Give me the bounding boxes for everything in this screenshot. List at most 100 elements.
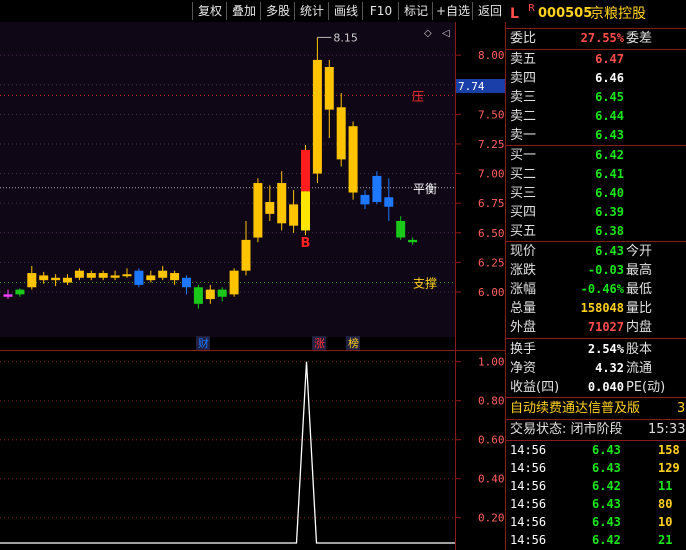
quote-panel: L R 000505 京粮控股 委比 27.55% 委差 卖五 6.47 卖四 6.4… bbox=[506, 0, 686, 550]
quote-row-value: 6.43 bbox=[595, 244, 624, 258]
ask-row-value: 6.45 bbox=[595, 90, 624, 104]
quote-row-label: 总量 bbox=[510, 301, 537, 316]
price-tick-label: 6.00 bbox=[478, 286, 505, 299]
bid-row-value: 6.41 bbox=[595, 167, 624, 181]
fuquan-button[interactable]: 复权 bbox=[192, 2, 227, 20]
last-price-label: 7.74 bbox=[458, 80, 485, 93]
ask-row-label: 卖四 bbox=[510, 71, 537, 86]
candle-body bbox=[372, 175, 382, 202]
ask-row-label: 卖二 bbox=[510, 109, 537, 124]
candle-body bbox=[74, 270, 84, 278]
tick-volume: 21 bbox=[658, 533, 673, 547]
f10-button[interactable]: F10 bbox=[362, 2, 399, 20]
fund-row-label: 换手 bbox=[510, 342, 537, 357]
candle-body bbox=[86, 273, 96, 278]
fund-row-value: 4.32 bbox=[595, 361, 624, 375]
support-label: 支撑 bbox=[413, 276, 437, 291]
price-tick-label: 7.00 bbox=[478, 168, 505, 181]
quote-row-value: 71027 bbox=[587, 320, 624, 334]
tick-row: 14:56 6.43 129 bbox=[506, 459, 686, 477]
ask-row: 卖二 6.44 bbox=[506, 107, 686, 126]
fund-row-label: 收益(四) bbox=[510, 380, 560, 395]
quote-row-label2: 最低 bbox=[626, 282, 653, 297]
candle-body bbox=[348, 126, 358, 193]
candle-body bbox=[3, 294, 13, 297]
tick-volume: 11 bbox=[658, 479, 673, 493]
multi-stock-button[interactable]: 多股 bbox=[260, 2, 295, 20]
quote-row-label: 涨幅 bbox=[510, 282, 537, 297]
quote-row-value: -0.03 bbox=[587, 263, 624, 277]
order-diff-label: 委差 bbox=[626, 31, 653, 46]
l-marker: L bbox=[510, 6, 519, 22]
event-marker: 涨 bbox=[314, 337, 325, 350]
bid-row: 买三 6.40 bbox=[506, 184, 686, 203]
candle-body bbox=[408, 239, 418, 243]
candle-body bbox=[98, 273, 108, 278]
quote-row: 总量 158048 量比 bbox=[506, 299, 686, 318]
stock-code: 000505 bbox=[538, 6, 593, 21]
fund-row: 换手 2.54% 股本 bbox=[506, 340, 686, 359]
r-marker: R bbox=[528, 3, 535, 14]
balance-label: 平衡 bbox=[413, 182, 437, 196]
candle-body bbox=[158, 270, 168, 278]
bid-row-value: 6.39 bbox=[595, 205, 624, 219]
triangle-icon: ◁ bbox=[442, 28, 450, 39]
fund-row: 净资 4.32 流通 bbox=[506, 359, 686, 378]
order-ratio-row: 委比 27.55% 委差 bbox=[506, 29, 686, 48]
candle-body bbox=[110, 275, 120, 278]
candle-body bbox=[182, 277, 191, 288]
resistance-label: 压 bbox=[412, 89, 424, 103]
candle-body bbox=[15, 289, 25, 295]
divider bbox=[506, 338, 686, 339]
candle-body bbox=[301, 191, 310, 231]
candle-body bbox=[265, 202, 275, 214]
kline-chart[interactable]: 8.007.757.507.257.006.756.506.256.007.74… bbox=[0, 0, 506, 550]
ask-row: 卖三 6.45 bbox=[506, 88, 686, 107]
bid-row-label: 买三 bbox=[510, 186, 537, 201]
price-tick-label: 6.75 bbox=[478, 197, 505, 210]
tick-volume: 80 bbox=[658, 497, 673, 511]
event-marker: 榜 bbox=[348, 336, 359, 350]
quote-row: 涨幅 -0.46% 最低 bbox=[506, 280, 686, 299]
fund-row-value: 2.54% bbox=[587, 342, 624, 356]
promo-row[interactable]: 自动续费通达信普及版 3 bbox=[506, 399, 686, 419]
diamond-icon: ◇ bbox=[424, 28, 432, 39]
tick-time: 14:56 bbox=[510, 515, 547, 529]
draw-line-button[interactable]: 画线 bbox=[328, 2, 363, 20]
candle-body bbox=[241, 239, 251, 271]
ask-row-value: 6.44 bbox=[595, 109, 624, 123]
bid-row: 买五 6.38 bbox=[506, 222, 686, 241]
mark-button[interactable]: 标记 bbox=[398, 2, 433, 20]
tick-price: 6.43 bbox=[592, 443, 621, 457]
candle-body bbox=[301, 149, 310, 192]
bid-row: 买二 6.41 bbox=[506, 165, 686, 184]
candle-body bbox=[122, 274, 132, 277]
promo-tail: 3 bbox=[677, 401, 686, 416]
add-favorite-button[interactable]: +自选 bbox=[432, 2, 473, 20]
tick-row: 14:56 6.43 10 bbox=[506, 513, 686, 531]
statistics-button[interactable]: 统计 bbox=[294, 2, 329, 20]
ask-row-label: 卖一 bbox=[510, 128, 537, 143]
tick-price: 6.42 bbox=[592, 533, 621, 547]
candle-body bbox=[336, 107, 346, 160]
candle-body bbox=[51, 277, 61, 281]
event-marker: 财 bbox=[198, 336, 209, 350]
overlay-button[interactable]: 叠加 bbox=[226, 2, 261, 20]
candle-body bbox=[289, 204, 299, 226]
candle-body bbox=[396, 220, 406, 238]
quote-row: 现价 6.43 今开 bbox=[506, 242, 686, 261]
back-button[interactable]: 返回 bbox=[472, 2, 507, 20]
tick-price: 6.43 bbox=[592, 497, 621, 511]
promo-text[interactable]: 自动续费通达信普及版 bbox=[510, 399, 640, 418]
tick-price: 6.43 bbox=[592, 461, 621, 475]
price-tick-label: 7.25 bbox=[478, 138, 505, 151]
toolbar: 复权 叠加 多股 统计 画线 F10 标记 +自选 返回 bbox=[0, 0, 506, 22]
candle-body bbox=[360, 194, 370, 205]
fund-row-label2: 股本 bbox=[626, 342, 653, 357]
order-ratio-label: 委比 bbox=[510, 31, 537, 46]
trade-status-text: 交易状态: 闭市阶段 bbox=[510, 422, 623, 437]
indicator-pane-bg bbox=[0, 350, 455, 545]
tick-volume: 10 bbox=[658, 515, 673, 529]
price-tick-label: 7.50 bbox=[478, 108, 505, 121]
candle-body bbox=[217, 289, 227, 297]
